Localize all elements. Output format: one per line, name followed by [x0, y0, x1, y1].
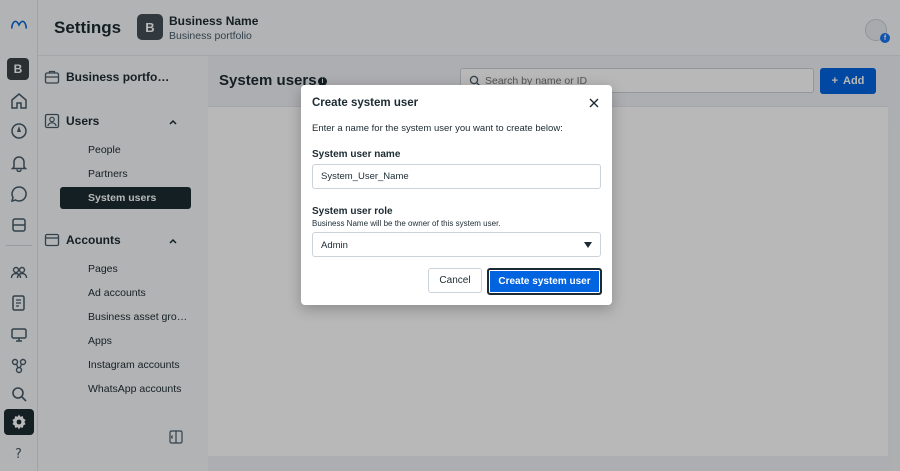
- dialog-title: Create system user: [312, 97, 419, 109]
- system-user-name-input[interactable]: [312, 164, 601, 189]
- create-system-user-dialog: Create system user Enter a name for the …: [301, 85, 612, 305]
- close-icon[interactable]: [588, 97, 600, 109]
- system-user-role-select[interactable]: Admin: [312, 232, 601, 257]
- cancel-button[interactable]: Cancel: [428, 268, 482, 293]
- caret-down-icon: [584, 242, 592, 248]
- system-user-name-label: System user name: [312, 149, 401, 160]
- create-system-user-button[interactable]: Create system user: [487, 268, 602, 295]
- system-user-role-hint: Business Name will be the owner of this …: [312, 219, 501, 228]
- system-user-role-label: System user role: [312, 206, 393, 217]
- selected-role: Admin: [321, 240, 348, 251]
- dialog-description: Enter a name for the system user you wan…: [312, 123, 563, 134]
